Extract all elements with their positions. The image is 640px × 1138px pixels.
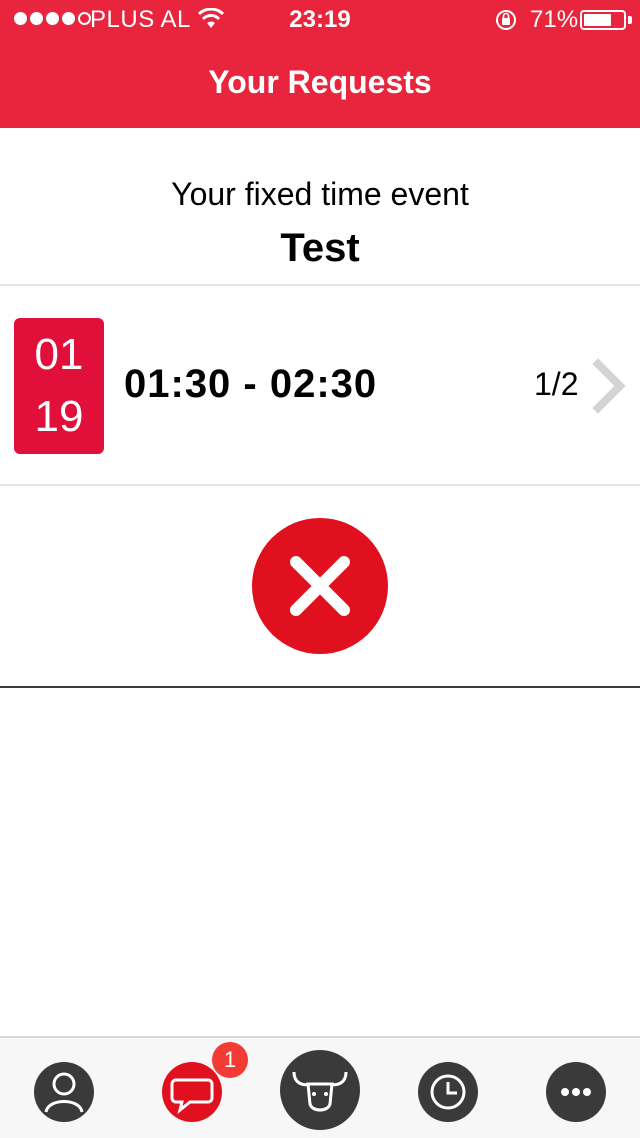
- event-name: Test: [280, 226, 360, 270]
- tab-bar: [0, 1036, 640, 1138]
- battery-percent: 71%: [530, 6, 579, 33]
- rotation-lock-icon: [494, 8, 518, 37]
- page-title: Your Requests: [208, 64, 432, 100]
- date-day: 19: [34, 392, 84, 441]
- notification-badge: 1: [212, 1042, 248, 1078]
- chat-bubble-icon: [170, 1078, 214, 1114]
- status-bar: PLUS AL 23:19 71%: [0, 0, 640, 40]
- time-range: 01:30 - 02:30: [124, 362, 378, 406]
- cancel-button[interactable]: [252, 518, 388, 654]
- divider: [0, 686, 640, 688]
- clock-icon: [430, 1074, 466, 1110]
- tab-history[interactable]: [418, 1062, 478, 1122]
- battery-icon: [580, 10, 626, 30]
- date-badge: 01 19: [14, 318, 104, 454]
- event-subtitle: Your fixed time event: [171, 176, 469, 212]
- chevron-right-icon: [592, 358, 628, 419]
- date-month: 01: [34, 330, 84, 379]
- tab-messages[interactable]: [162, 1062, 222, 1122]
- close-icon: [290, 556, 350, 616]
- request-count: 1/2: [534, 366, 579, 402]
- top-bar: PLUS AL 23:19 71% Your Requests: [0, 0, 640, 128]
- profile-icon: [44, 1072, 84, 1113]
- more-icon: [561, 1088, 591, 1096]
- bull-logo-icon: [292, 1071, 348, 1112]
- tab-profile[interactable]: [34, 1062, 94, 1122]
- divider: [0, 484, 640, 486]
- request-row[interactable]: 01 19 01:30 - 02:30 1/2: [0, 286, 640, 484]
- tab-more[interactable]: [546, 1062, 606, 1122]
- tab-home[interactable]: [280, 1050, 360, 1130]
